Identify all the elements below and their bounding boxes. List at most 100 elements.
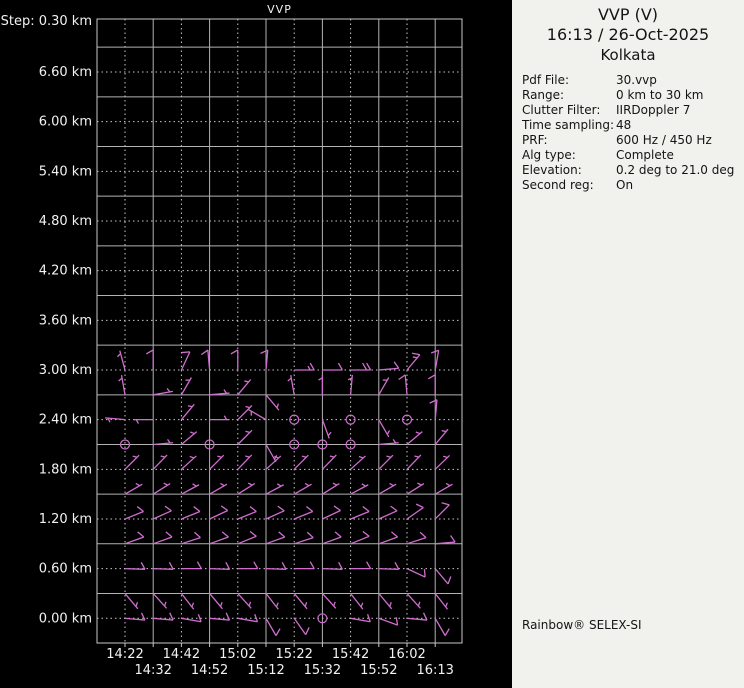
wind-barb bbox=[378, 419, 391, 438]
wind-barb bbox=[293, 454, 309, 470]
wind-barb bbox=[321, 593, 337, 609]
param-label: Time sampling: bbox=[522, 118, 615, 132]
wind-barb bbox=[237, 482, 256, 495]
y-axis-label: 3.00 km bbox=[39, 363, 92, 378]
wind-barb bbox=[237, 561, 259, 570]
wind-barb bbox=[318, 374, 324, 395]
wind-barb bbox=[180, 403, 195, 421]
wind-barb bbox=[209, 415, 230, 421]
wind-barb bbox=[434, 568, 452, 585]
param-value: 0 km to 30 km bbox=[616, 88, 704, 102]
y-axis-label: 3.60 km bbox=[39, 313, 92, 328]
wind-barb bbox=[209, 612, 231, 621]
wind-barb bbox=[378, 438, 399, 446]
wind-barb bbox=[237, 405, 253, 421]
param-row-prf: PRF: 600 Hz / 450 Hz bbox=[522, 133, 740, 148]
wind-barb bbox=[378, 505, 398, 520]
wind-barb bbox=[293, 531, 314, 545]
wind-barb bbox=[181, 506, 201, 520]
param-value: Complete bbox=[616, 148, 674, 162]
param-value: 600 Hz / 450 Hz bbox=[616, 133, 712, 147]
wind-barb bbox=[378, 561, 400, 570]
wind-barb bbox=[406, 482, 425, 495]
wind-barb bbox=[230, 349, 239, 370]
wind-barb bbox=[406, 431, 423, 445]
wind-barb bbox=[294, 561, 315, 570]
wind-barb bbox=[429, 399, 438, 420]
wind-barb bbox=[180, 593, 195, 610]
wind-barb bbox=[124, 506, 144, 520]
wind-barb bbox=[406, 531, 427, 545]
wind-barb bbox=[350, 506, 370, 520]
param-value: IIRDoppler 7 bbox=[616, 103, 691, 117]
wind-barb bbox=[209, 593, 223, 610]
x-axis-label: 15:32 bbox=[304, 663, 341, 678]
wind-barb bbox=[378, 531, 399, 545]
y-axis-label: 4.80 km bbox=[39, 214, 92, 229]
y-axis-label: 0.60 km bbox=[39, 562, 92, 577]
wind-barb bbox=[237, 593, 252, 609]
wind-barb bbox=[322, 362, 343, 371]
wind-barb bbox=[321, 419, 332, 439]
wind-barb bbox=[237, 454, 253, 470]
wind-barb bbox=[153, 388, 174, 396]
wind-barb bbox=[248, 409, 267, 421]
wind-barb bbox=[321, 454, 337, 470]
x-axis-label: 15:12 bbox=[247, 663, 284, 678]
wind-barb bbox=[398, 374, 408, 395]
wind-barb bbox=[200, 349, 211, 371]
wind-barb bbox=[180, 431, 198, 445]
wind-barb bbox=[406, 568, 426, 578]
wind-barb bbox=[435, 535, 456, 545]
vvp-product-window: 6.60 km 6.00 km 5.40 km 4.80 km 4.20 km 3.60 … bbox=[0, 0, 744, 688]
x-axis-label: 16:02 bbox=[388, 647, 425, 662]
wind-barb bbox=[116, 350, 126, 371]
wind-barb bbox=[237, 429, 253, 445]
param-value: On bbox=[616, 178, 634, 192]
wind-barb bbox=[427, 374, 436, 395]
wind-barb bbox=[181, 531, 201, 545]
wind-barb bbox=[260, 349, 269, 371]
wind-barb bbox=[152, 482, 171, 495]
wind-barb bbox=[180, 377, 192, 396]
wind-barb bbox=[406, 612, 428, 621]
x-axis-label: 15:42 bbox=[332, 647, 369, 662]
wind-barb bbox=[124, 593, 139, 610]
param-row-time-sampling: Time sampling: 48 bbox=[522, 118, 740, 133]
wind-barb bbox=[237, 506, 257, 520]
param-value: 48 bbox=[616, 118, 632, 132]
x-axis-label: 14:22 bbox=[106, 647, 143, 662]
wind-barb bbox=[350, 455, 366, 470]
x-axis-label: 15:02 bbox=[219, 647, 256, 662]
param-label: Range: bbox=[522, 88, 565, 102]
wind-barb bbox=[181, 483, 200, 495]
wind-barb bbox=[287, 375, 295, 395]
wind-barb bbox=[293, 506, 314, 520]
param-row-pdf-file: Pdf File: 30.vvp bbox=[522, 73, 740, 88]
product-title: VVP (V) bbox=[597, 5, 659, 24]
wind-barb bbox=[124, 482, 143, 495]
param-label: PRF: bbox=[522, 133, 548, 147]
x-axis-label: 14:42 bbox=[163, 647, 200, 662]
wind-barb bbox=[209, 389, 230, 396]
wind-barb bbox=[406, 593, 421, 609]
wind-barb bbox=[378, 377, 390, 396]
wind-barb bbox=[293, 593, 308, 610]
wind-barb bbox=[378, 482, 397, 495]
vendor-brand-label: Rainbow® SELEX-SI bbox=[522, 618, 642, 632]
wind-barb bbox=[265, 394, 280, 411]
product-datetime: 16:13 / 26-Oct-2025 bbox=[546, 25, 710, 44]
y-axis-label: 0.00 km bbox=[39, 611, 92, 626]
wind-barb bbox=[181, 561, 202, 570]
wind-barb bbox=[152, 531, 173, 545]
y-axis-label: 6.00 km bbox=[39, 115, 92, 130]
x-axis-label: 15:22 bbox=[275, 647, 312, 662]
wind-barb bbox=[350, 561, 372, 570]
wind-barb bbox=[265, 531, 286, 545]
y-axis-label: 5.40 km bbox=[39, 164, 92, 179]
wind-barb bbox=[145, 349, 154, 370]
wind-profile-chart-panel: 6.60 km 6.00 km 5.40 km 4.80 km 4.20 km 3.60 … bbox=[0, 0, 512, 688]
wind-barb bbox=[434, 454, 451, 470]
site-name: Kolkata bbox=[600, 46, 656, 64]
param-label: Elevation: bbox=[522, 163, 582, 177]
